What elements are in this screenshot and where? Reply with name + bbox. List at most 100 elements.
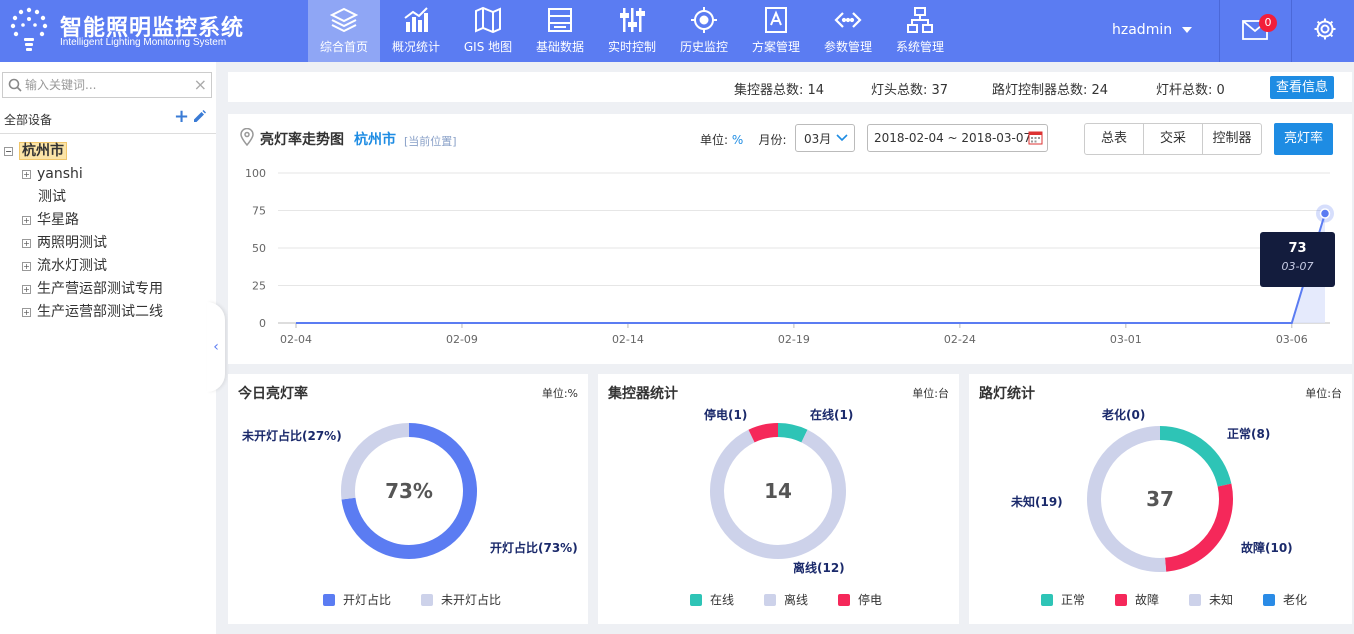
legend-item[interactable]: 在线 xyxy=(690,591,734,608)
lighting-rate-trend-panel: 亮灯率走势图 杭州市 [当前位置] 单位: % 月份: 03月 2018-02-… xyxy=(228,114,1352,364)
nav-label: 基础数据 xyxy=(535,40,584,54)
donut-callout: 故障(10) xyxy=(1241,541,1293,555)
nav-label: 概况统计 xyxy=(391,40,440,54)
bar-chart-icon xyxy=(404,7,428,32)
tree-node-label: 生产运营部测试二线 xyxy=(37,304,163,320)
legend-item[interactable]: 正常 xyxy=(1041,591,1085,608)
divider xyxy=(1219,0,1220,62)
nav-label: 综合首页 xyxy=(319,40,368,54)
donut-callout: 开灯占比(73%) xyxy=(490,541,578,555)
legend-swatch xyxy=(838,593,851,606)
donut-callout: 未开灯占比(27%) xyxy=(242,429,342,443)
tree-node-root[interactable]: − 杭州市 xyxy=(4,140,216,163)
view-info-button[interactable]: 查看信息 xyxy=(1270,76,1334,99)
legend-item[interactable]: 故障 xyxy=(1115,591,1159,608)
data-point xyxy=(1319,208,1331,219)
series-line xyxy=(296,213,1326,324)
nav-item-history-monitor[interactable]: 历史监控 xyxy=(668,0,740,62)
gear-icon[interactable] xyxy=(1313,17,1337,41)
target-icon xyxy=(691,7,717,33)
y-tick-label: 25 xyxy=(252,280,266,293)
legend-label: 在线 xyxy=(710,593,735,607)
concentrator-total: 集控器总数: 14 xyxy=(734,79,824,98)
x-tick-label: 02-04 xyxy=(280,333,312,346)
pole-total: 灯杆总数: 0 xyxy=(1156,79,1225,98)
main-nav: 综合首页 概况统计 GIS 地图 基础数据 实时控制 历史监控 方案管理 参数管… xyxy=(308,0,956,62)
x-tick-label: 02-19 xyxy=(778,333,810,346)
tooltip-value: 73 xyxy=(1288,241,1307,256)
stat-value: 24 xyxy=(1091,83,1109,98)
nav-label: GIS 地图 xyxy=(463,40,513,54)
collapse-toggle-icon[interactable]: − xyxy=(4,147,13,156)
tree-node[interactable]: + 华星路 xyxy=(4,209,216,232)
tree-node[interactable]: 测试 xyxy=(4,186,216,209)
tree-node[interactable]: + yanshi xyxy=(4,163,216,186)
tree-node[interactable]: + 生产运营部测试二线 xyxy=(4,301,216,324)
donut-slice xyxy=(777,423,808,443)
expand-toggle-icon[interactable]: + xyxy=(22,170,31,179)
legend-label: 离线 xyxy=(784,593,809,607)
username: hzadmin xyxy=(1112,22,1173,38)
nav-item-overview-stats[interactable]: 概况统计 xyxy=(380,0,452,62)
edit-icon[interactable] xyxy=(193,110,206,123)
nav-item-basic-data[interactable]: 基础数据 xyxy=(524,0,596,62)
expand-toggle-icon[interactable]: + xyxy=(22,216,31,225)
layers-icon xyxy=(330,7,358,33)
sidebar-collapse-handle[interactable]: ‹ xyxy=(207,302,225,392)
legend-swatch xyxy=(1115,593,1128,606)
add-device-button[interactable]: + xyxy=(174,106,189,127)
nav-label: 实时控制 xyxy=(607,40,656,54)
expand-toggle-icon[interactable]: + xyxy=(22,239,31,248)
expand-toggle-icon[interactable]: + xyxy=(22,262,31,271)
legend-label: 开灯占比 xyxy=(343,593,392,607)
concentrator-donut-chart: 14 xyxy=(710,423,846,559)
chart-legend: 在线 离线 停电 xyxy=(690,591,912,608)
donut-callout: 停电(1) xyxy=(704,408,748,422)
device-tree: − 杭州市 + yanshi 测试 + 华星路 + 两照明测试 + 流水灯测试 + 生产营运… xyxy=(4,140,216,324)
donut-callout: 离线(12) xyxy=(793,561,845,575)
legend-item[interactable]: 离线 xyxy=(764,591,808,608)
tree-node-label: 测试 xyxy=(38,189,66,205)
nav-item-home[interactable]: 综合首页 xyxy=(308,0,380,62)
nav-item-plan-management[interactable]: 方案管理 xyxy=(740,0,812,62)
summary-bar: 集控器总数: 14 灯头总数: 37 路灯控制器总数: 24 灯杆总数: 0 查… xyxy=(228,72,1352,102)
tree-node[interactable]: + 生产营运部测试专用 xyxy=(4,278,216,301)
tree-node[interactable]: + 流水灯测试 xyxy=(4,255,216,278)
donut-callout: 未知(19) xyxy=(1011,495,1063,509)
donut-center-value: 37 xyxy=(1146,487,1174,511)
expand-toggle-icon[interactable]: + xyxy=(22,285,31,294)
legend-item[interactable]: 开灯占比 xyxy=(323,591,391,608)
donut-slice xyxy=(748,423,779,443)
chart-legend: 正常 故障 未知 老化 xyxy=(1041,591,1337,608)
legend-item[interactable]: 老化 xyxy=(1263,591,1307,608)
stat-label: 集控器总数: xyxy=(734,83,804,98)
concentrator-stats-panel: 集控器统计 单位:台 14 停电(1) 在线(1) 离线(12) 在线 离线 停… xyxy=(598,374,959,624)
legend-item[interactable]: 未知 xyxy=(1189,591,1233,608)
search-input[interactable] xyxy=(25,76,185,94)
clear-search-button[interactable]: × xyxy=(194,76,207,94)
nav-item-realtime-control[interactable]: 实时控制 xyxy=(596,0,668,62)
legend-item[interactable]: 停电 xyxy=(838,591,882,608)
app-subtitle: Intelligent Lighting Monitoring System xyxy=(60,37,227,48)
plan-icon xyxy=(765,7,787,33)
lamp-total: 灯头总数: 37 xyxy=(871,79,948,98)
app-logo[interactable]: 智能照明监控系统 Intelligent Lighting Monitoring… xyxy=(8,6,308,56)
y-tick-label: 0 xyxy=(259,317,266,330)
legend-swatch xyxy=(764,593,777,606)
legend-label: 正常 xyxy=(1061,593,1086,607)
nav-item-gis-map[interactable]: GIS 地图 xyxy=(452,0,524,62)
legend-item[interactable]: 未开灯占比 xyxy=(421,591,501,608)
code-icon xyxy=(834,12,862,28)
divider xyxy=(0,133,216,134)
expand-toggle-icon[interactable]: + xyxy=(22,308,31,317)
map-icon xyxy=(475,6,501,34)
nav-item-system-management[interactable]: 系统管理 xyxy=(884,0,956,62)
user-menu[interactable]: hzadmin xyxy=(1112,22,1193,38)
nav-item-param-management[interactable]: 参数管理 xyxy=(812,0,884,62)
tree-node[interactable]: + 两照明测试 xyxy=(4,232,216,255)
tree-node-label: 杭州市 xyxy=(19,142,67,160)
chevron-down-icon xyxy=(1182,27,1193,33)
legend-swatch xyxy=(323,593,335,606)
tree-node-label: 两照明测试 xyxy=(37,235,107,251)
tree-node-label: 流水灯测试 xyxy=(37,258,107,274)
